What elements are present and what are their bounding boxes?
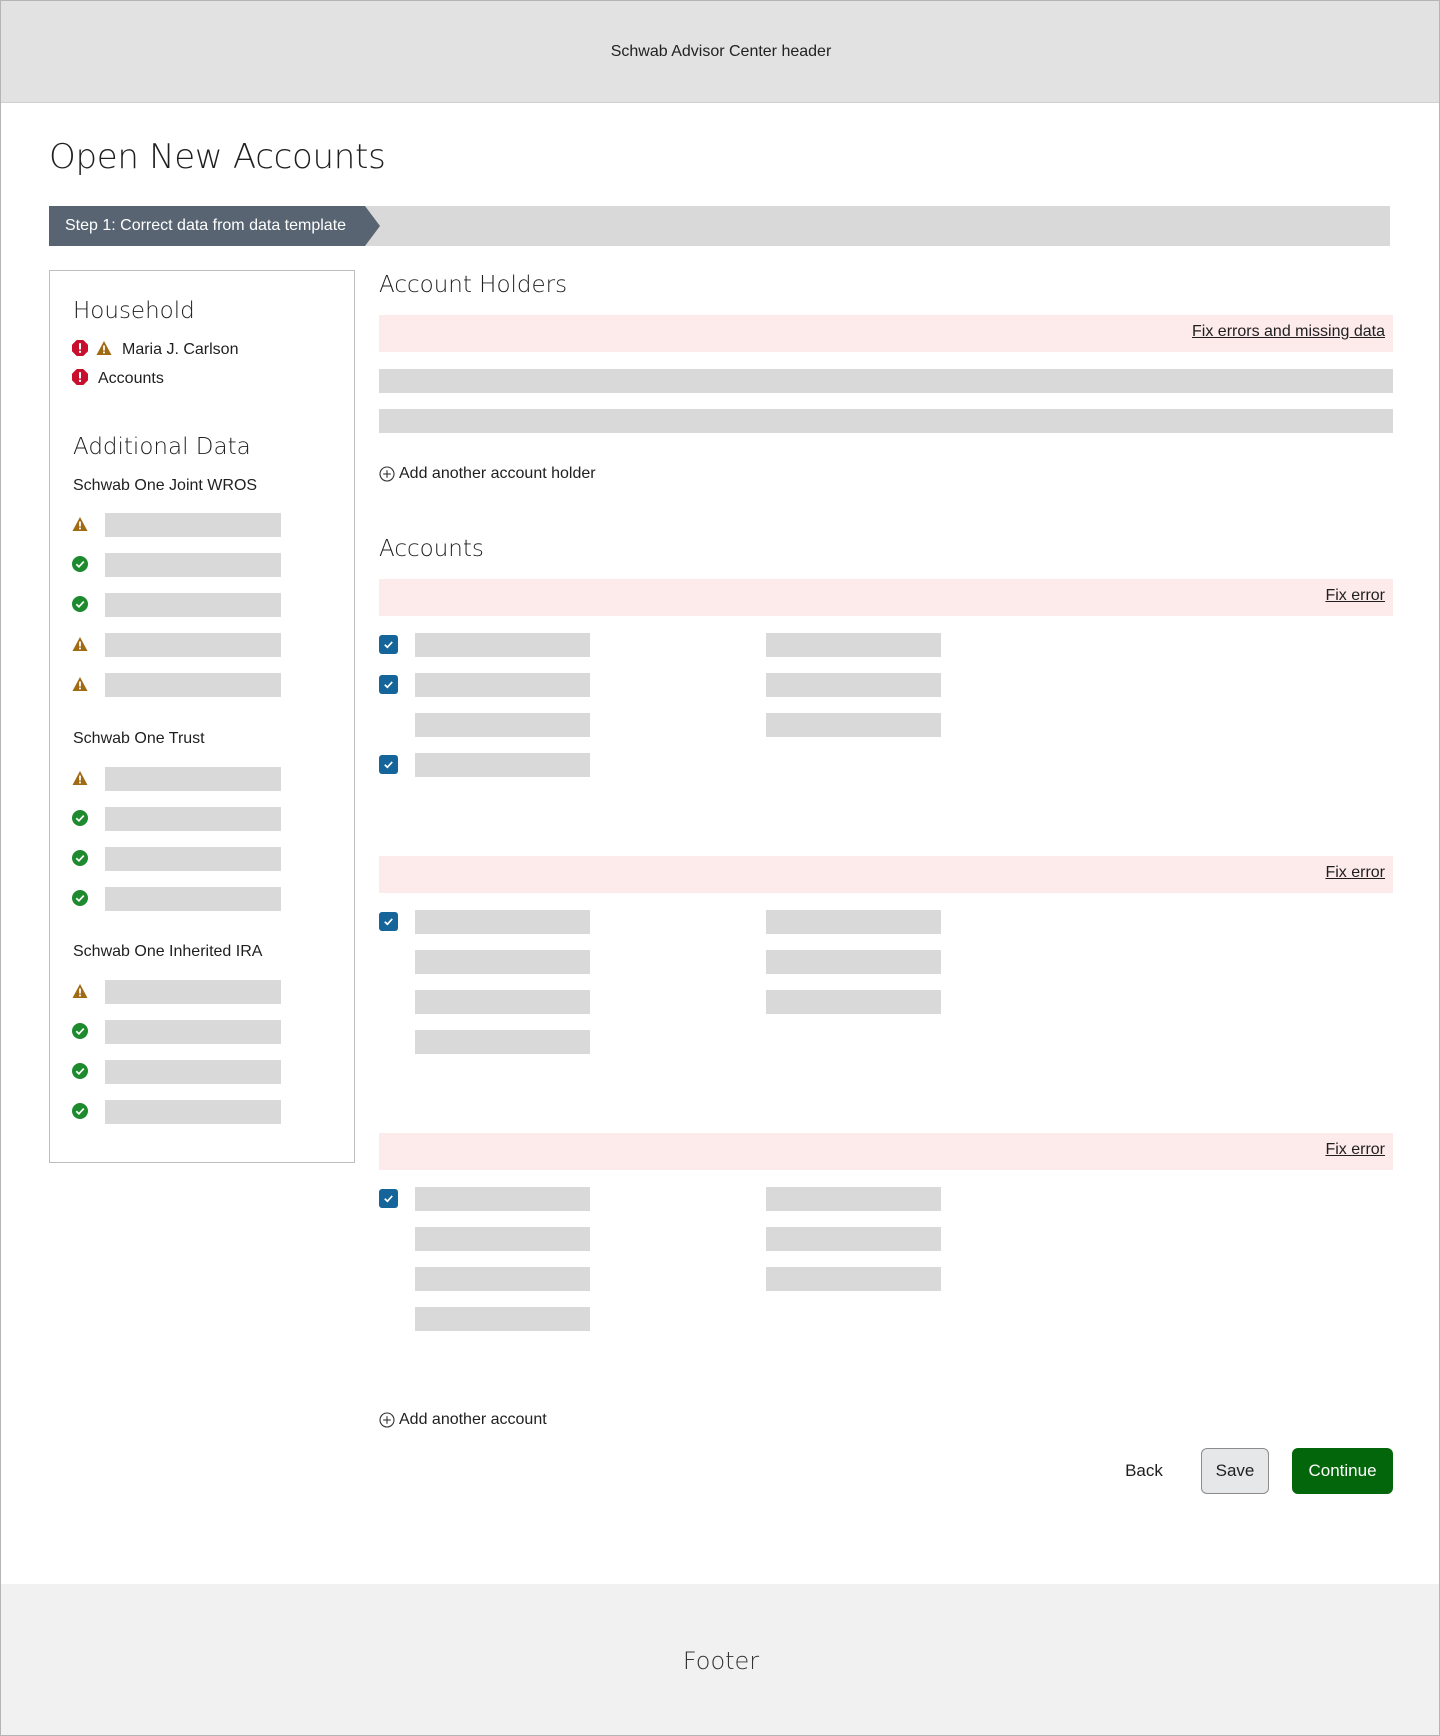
account-field-placeholder[interactable] bbox=[766, 990, 941, 1014]
household-heading: Household bbox=[73, 298, 195, 324]
back-button[interactable]: Back bbox=[1113, 1448, 1175, 1494]
step-1-active[interactable]: Step 1: Correct data from data template bbox=[49, 206, 380, 246]
data-field-placeholder[interactable] bbox=[105, 1060, 281, 1084]
account-field-placeholder[interactable] bbox=[415, 1307, 590, 1331]
fix-error-link-1[interactable]: Fix error bbox=[1325, 587, 1385, 605]
sidebar-item-maria-carlson[interactable]: Maria J. Carlson bbox=[122, 341, 238, 359]
site-header: Schwab Advisor Center header bbox=[1, 1, 1439, 103]
account-field-placeholder[interactable] bbox=[415, 633, 590, 657]
step-1-label: Step 1: Correct data from data template bbox=[65, 217, 347, 234]
continue-button[interactable]: Continue bbox=[1292, 1448, 1393, 1494]
group-title-inherited-ira: Schwab One Inherited IRA bbox=[73, 943, 263, 960]
account-field-placeholder[interactable] bbox=[415, 673, 590, 697]
data-field-placeholder[interactable] bbox=[105, 847, 281, 871]
account-field-placeholder[interactable] bbox=[766, 713, 941, 737]
data-field-placeholder[interactable] bbox=[105, 887, 281, 911]
checkmark-icon bbox=[384, 681, 393, 689]
group-title-trust: Schwab One Trust bbox=[73, 730, 205, 747]
plus-circle-icon bbox=[379, 1412, 395, 1428]
add-account-holder-link[interactable]: Add another account holder bbox=[379, 465, 596, 483]
data-field-placeholder[interactable] bbox=[105, 513, 281, 537]
warning-icon bbox=[72, 983, 88, 999]
account-card-2-alert: Fix error bbox=[379, 856, 1393, 893]
page-frame: Schwab Advisor Center header Open New Ac… bbox=[0, 0, 1440, 1736]
account-field-placeholder[interactable] bbox=[415, 1227, 590, 1251]
account-field-placeholder[interactable] bbox=[415, 950, 590, 974]
site-header-label: Schwab Advisor Center header bbox=[610, 42, 832, 60]
site-footer: Footer bbox=[1, 1584, 1439, 1735]
account-checkbox[interactable] bbox=[379, 675, 398, 694]
account-field-placeholder[interactable] bbox=[766, 673, 941, 697]
success-check-icon bbox=[72, 1023, 88, 1039]
group-title-joint-wros: Schwab One Joint WROS bbox=[73, 477, 258, 494]
add-account-holder-label: Add another account holder bbox=[399, 465, 596, 482]
account-field-placeholder[interactable] bbox=[415, 1030, 590, 1054]
data-field-placeholder[interactable] bbox=[105, 673, 281, 697]
account-field-placeholder[interactable] bbox=[766, 950, 941, 974]
account-checkbox[interactable] bbox=[379, 755, 398, 774]
account-field-placeholder[interactable] bbox=[415, 990, 590, 1014]
success-check-icon bbox=[72, 810, 88, 826]
warning-icon bbox=[72, 516, 88, 532]
add-account-link[interactable]: Add another account bbox=[379, 1411, 547, 1429]
account-card-1-alert: Fix error bbox=[379, 579, 1393, 616]
success-check-icon bbox=[72, 1063, 88, 1079]
checkmark-icon bbox=[384, 641, 393, 649]
account-field-placeholder[interactable] bbox=[766, 910, 941, 934]
error-icon bbox=[72, 369, 88, 385]
accounts-heading: Accounts bbox=[379, 536, 484, 562]
data-field-placeholder[interactable] bbox=[105, 633, 281, 657]
account-field-placeholder[interactable] bbox=[415, 713, 590, 737]
account-holder-row[interactable] bbox=[379, 409, 1393, 433]
error-icon bbox=[72, 340, 88, 356]
additional-data-heading: Additional Data bbox=[73, 434, 251, 460]
checkmark-icon bbox=[384, 918, 393, 926]
account-field-placeholder[interactable] bbox=[415, 910, 590, 934]
fix-errors-missing-data-link[interactable]: Fix errors and missing data bbox=[1192, 323, 1385, 341]
data-field-placeholder[interactable] bbox=[105, 807, 281, 831]
warning-icon bbox=[96, 340, 112, 356]
checkmark-icon bbox=[384, 1195, 393, 1203]
warning-icon bbox=[72, 770, 88, 786]
account-field-placeholder[interactable] bbox=[766, 1267, 941, 1291]
plus-circle-icon bbox=[379, 466, 395, 482]
account-holders-alert: Fix errors and missing data bbox=[379, 315, 1393, 352]
data-field-placeholder[interactable] bbox=[105, 1100, 281, 1124]
account-checkbox[interactable] bbox=[379, 1189, 398, 1208]
data-field-placeholder[interactable] bbox=[105, 553, 281, 577]
account-field-placeholder[interactable] bbox=[766, 1227, 941, 1251]
account-field-placeholder[interactable] bbox=[415, 1187, 590, 1211]
data-field-placeholder[interactable] bbox=[105, 593, 281, 617]
account-field-placeholder[interactable] bbox=[766, 633, 941, 657]
warning-icon bbox=[72, 676, 88, 692]
sidebar-item-accounts[interactable]: Accounts bbox=[98, 370, 164, 388]
success-check-icon bbox=[72, 556, 88, 572]
account-holders-heading: Account Holders bbox=[379, 272, 568, 298]
account-holder-row[interactable] bbox=[379, 369, 1393, 393]
save-button[interactable]: Save bbox=[1201, 1448, 1269, 1494]
data-field-placeholder[interactable] bbox=[105, 1020, 281, 1044]
checkmark-icon bbox=[384, 761, 393, 769]
success-check-icon bbox=[72, 890, 88, 906]
warning-icon bbox=[72, 636, 88, 652]
data-field-placeholder[interactable] bbox=[105, 980, 281, 1004]
page-title: Open New Accounts bbox=[49, 137, 386, 177]
account-card-3-alert: Fix error bbox=[379, 1133, 1393, 1170]
success-check-icon bbox=[72, 1103, 88, 1119]
success-check-icon bbox=[72, 596, 88, 612]
account-field-placeholder[interactable] bbox=[766, 1187, 941, 1211]
account-checkbox[interactable] bbox=[379, 912, 398, 931]
fix-error-link-3[interactable]: Fix error bbox=[1325, 1141, 1385, 1159]
data-field-placeholder[interactable] bbox=[105, 767, 281, 791]
account-field-placeholder[interactable] bbox=[415, 1267, 590, 1291]
account-checkbox[interactable] bbox=[379, 635, 398, 654]
sidebar: Household Maria J. Carlson Accounts Addi… bbox=[49, 270, 355, 1163]
success-check-icon bbox=[72, 850, 88, 866]
account-field-placeholder[interactable] bbox=[415, 753, 590, 777]
footer-label: Footer bbox=[682, 1646, 760, 1675]
add-account-label: Add another account bbox=[399, 1411, 547, 1428]
fix-error-link-2[interactable]: Fix error bbox=[1325, 864, 1385, 882]
